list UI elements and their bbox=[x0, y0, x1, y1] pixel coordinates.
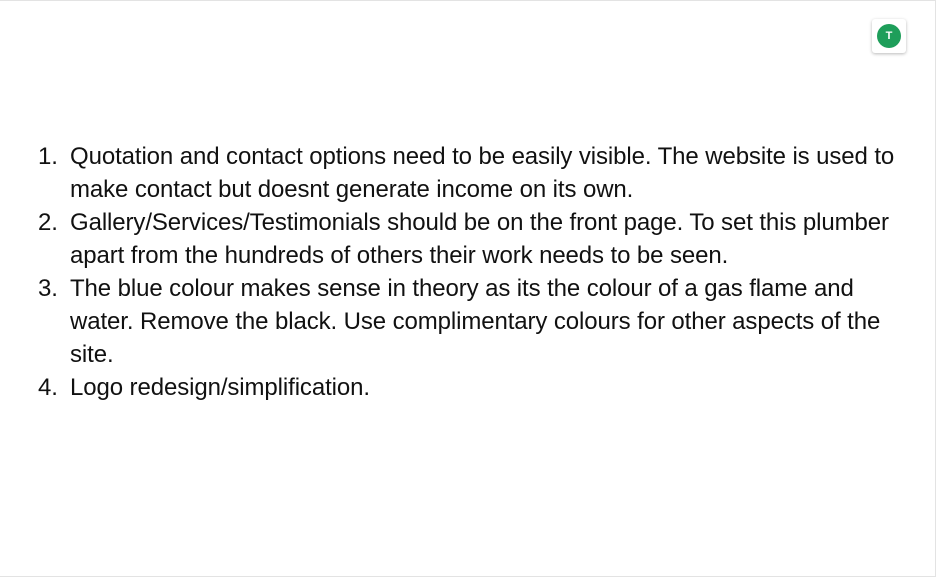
notes-list: 1. Quotation and contact options need to… bbox=[30, 140, 900, 404]
page-canvas: T 1. Quotation and contact options need … bbox=[0, 0, 936, 577]
list-item-text: The blue colour makes sense in theory as… bbox=[70, 275, 881, 368]
list-item-text: Logo redesign/simplification. bbox=[70, 374, 370, 401]
list-item-text: Quotation and contact options need to be… bbox=[70, 143, 895, 203]
list-item-text: Gallery/Services/Testimonials should be … bbox=[70, 209, 889, 269]
list-item: 2. Gallery/Services/Testimonials should … bbox=[30, 206, 900, 272]
avatar: T bbox=[877, 24, 901, 48]
notes-content: 1. Quotation and contact options need to… bbox=[30, 140, 900, 404]
list-item-number: 2. bbox=[38, 209, 58, 236]
list-item: 1. Quotation and contact options need to… bbox=[30, 140, 900, 206]
list-item: 3. The blue colour makes sense in theory… bbox=[30, 272, 900, 371]
list-item: 4. Logo redesign/simplification. bbox=[30, 371, 900, 404]
list-item-number: 4. bbox=[38, 374, 58, 401]
list-item-number: 1. bbox=[38, 143, 58, 170]
user-avatar-button[interactable]: T bbox=[872, 19, 906, 53]
list-item-number: 3. bbox=[38, 275, 58, 302]
